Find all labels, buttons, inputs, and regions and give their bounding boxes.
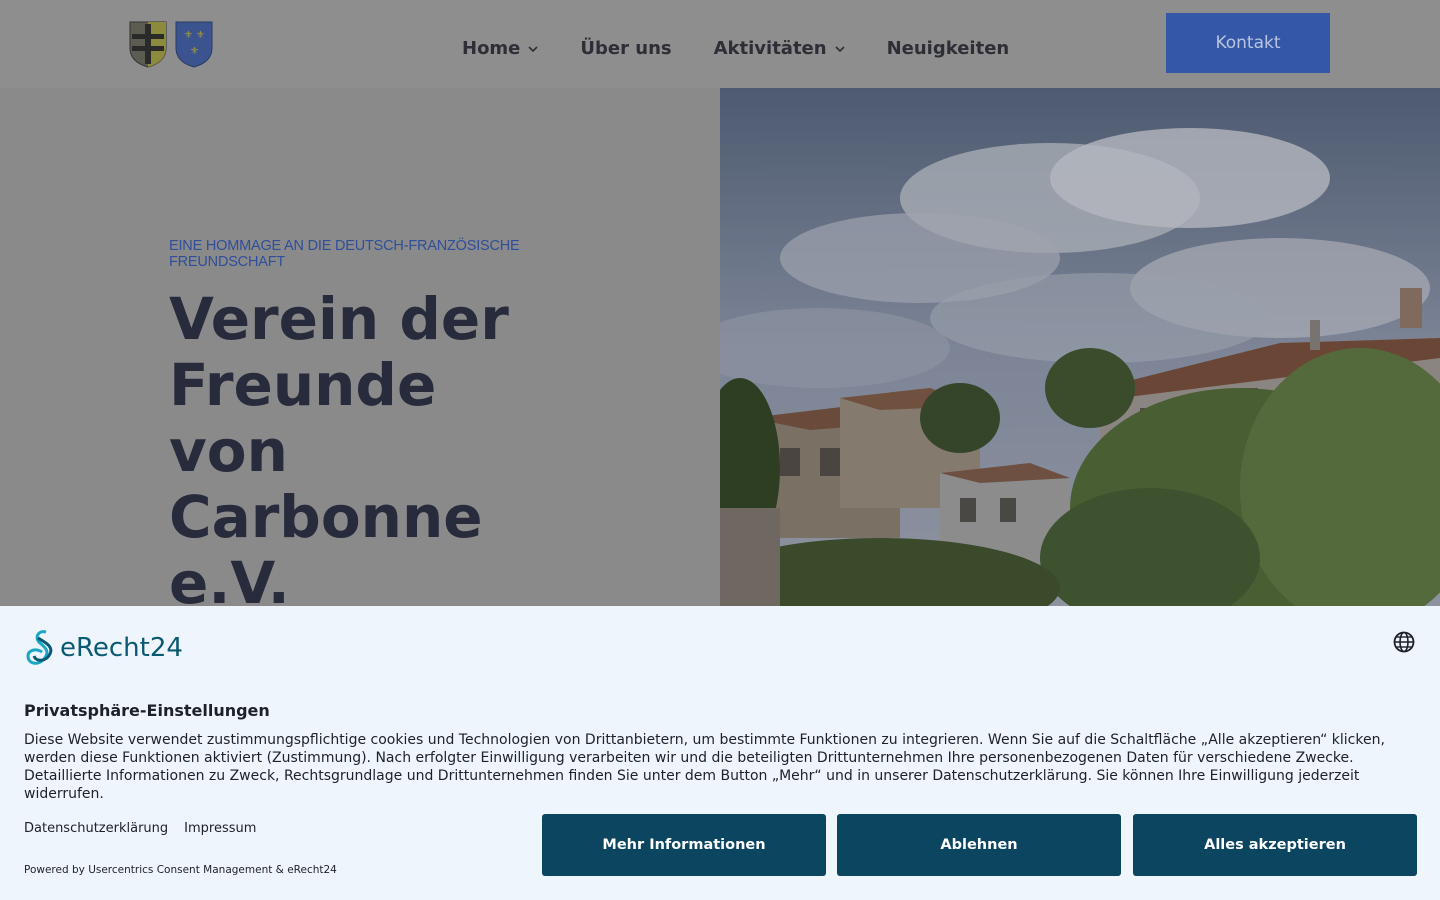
imprint-link[interactable]: Impressum (184, 821, 256, 836)
hero-image (720, 88, 1440, 608)
contact-button[interactable]: Kontakt (1166, 13, 1330, 73)
coat-of-arms-left-icon (129, 21, 167, 68)
hero-tagline: EINE HOMMAGE AN DIE DEUTSCH-FRANZÖSISCHE… (169, 238, 520, 270)
erecht24-brand-text: eRecht24 (60, 633, 183, 663)
erecht24-logo-icon (26, 630, 53, 665)
svg-text:⚜: ⚜ (184, 30, 193, 41)
nav-item-label: Über uns (580, 38, 672, 59)
powered-by-text: Powered by Usercentrics Consent Manageme… (24, 864, 337, 876)
chevron-down-icon (528, 45, 538, 52)
nav-item-label: Aktivitäten (713, 38, 827, 59)
nav-item-aktivitaeten[interactable]: Aktivitäten (714, 38, 845, 59)
consent-title: Privatsphäre-Einstellungen (24, 701, 270, 720)
site-logo[interactable]: ⚜ ⚜ ⚜ (128, 20, 218, 70)
svg-text:⚜: ⚜ (196, 30, 205, 41)
decline-button[interactable]: Ablehnen (837, 814, 1121, 876)
privacy-policy-link[interactable]: Datenschutzerklärung (24, 821, 168, 836)
accept-all-button[interactable]: Alles akzeptieren (1133, 814, 1417, 876)
consent-links: Datenschutzerklärung Impressum (24, 821, 256, 836)
language-globe-icon[interactable] (1393, 631, 1415, 653)
nav-item-ueber-uns[interactable]: Über uns (580, 38, 671, 59)
chevron-down-icon (835, 45, 845, 52)
nav-item-home[interactable]: Home (462, 38, 538, 59)
consent-description: Diese Website verwendet zustimmungspflic… (24, 732, 1385, 802)
nav-item-label: Home (462, 38, 521, 59)
nav-item-neuigkeiten[interactable]: Neuigkeiten (887, 38, 1010, 59)
svg-text:⚜: ⚜ (190, 46, 199, 57)
nav-item-label: Neuigkeiten (886, 38, 1010, 59)
main-nav: Home Über uns Aktivitäten Neuigkeiten (462, 38, 1051, 59)
hero-title: Verein der Freunde von Carbonne e.V. (169, 285, 509, 617)
erecht24-logo: eRecht24 (24, 628, 183, 668)
site-header: ⚜ ⚜ ⚜ Home Über uns Aktivitäten Neuigkei… (0, 0, 1440, 88)
coat-of-arms-right-icon: ⚜ ⚜ ⚜ (175, 21, 213, 68)
more-information-button[interactable]: Mehr Informationen (542, 814, 826, 876)
